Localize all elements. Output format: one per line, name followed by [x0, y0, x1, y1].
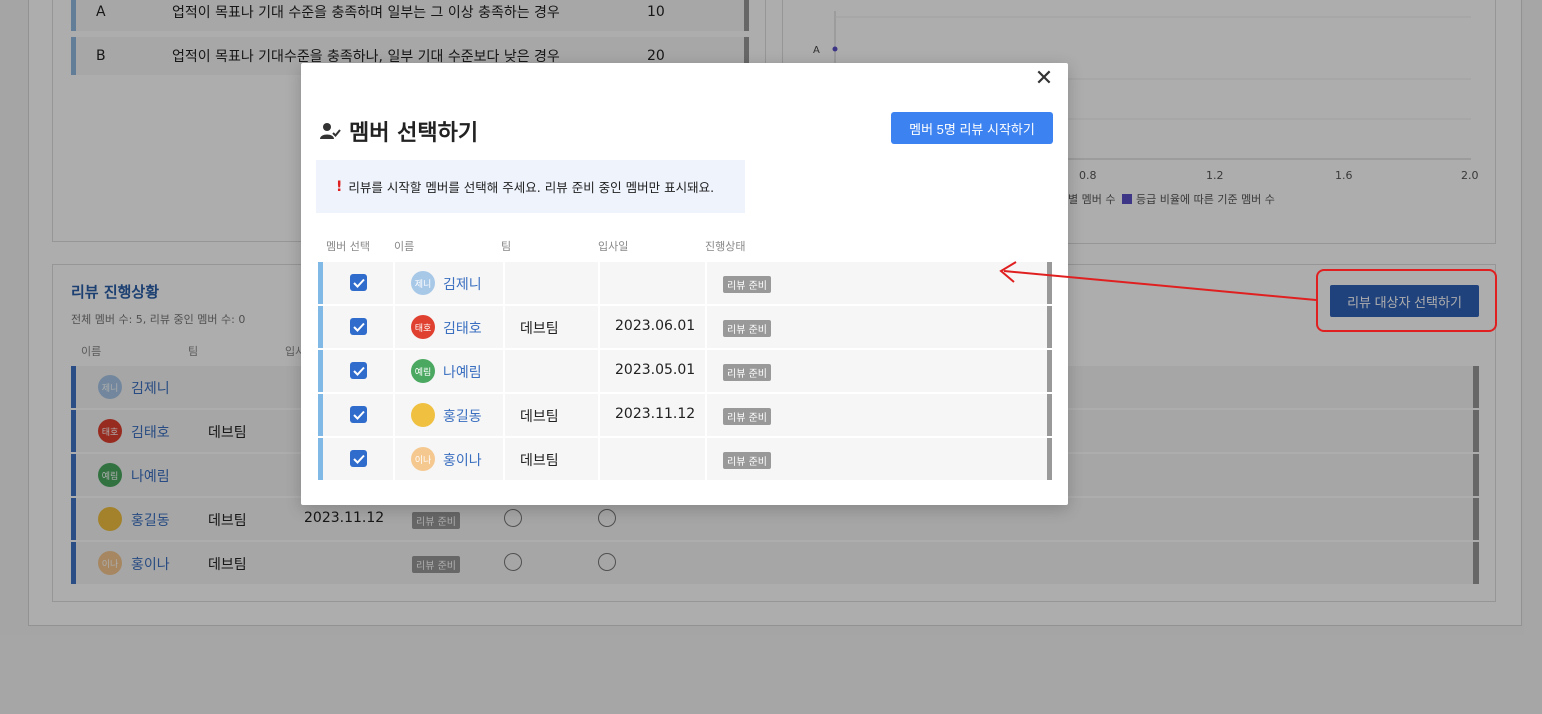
member-checkbox[interactable] [350, 362, 367, 379]
status-badge: 리뷰 준비 [723, 320, 771, 337]
header-status: 진행상태 [705, 240, 746, 253]
member-select-modal: ✕ 멤버 선택하기 멤버 5명 리뷰 시작하기 ! 리뷰를 시작할 멤버를 선택… [301, 63, 1068, 505]
header-team: 팀 [501, 240, 512, 253]
modal-title: 멤버 선택하기 [349, 121, 479, 146]
member-name-link[interactable]: 김제니 [443, 274, 482, 294]
table-row[interactable]: 태호 김태호 데브팀 2023.06.01 리뷰 준비 [318, 306, 1052, 348]
scrollbar[interactable] [1047, 306, 1052, 348]
scrollbar[interactable] [1047, 438, 1052, 480]
scrollbar[interactable] [1047, 262, 1052, 304]
close-icon[interactable]: ✕ [1034, 68, 1054, 90]
avatar [411, 403, 435, 427]
member-checkbox[interactable] [350, 318, 367, 335]
modal-header: 멤버 선택하기 [319, 115, 478, 147]
avatar: 제니 [411, 271, 435, 295]
header-date: 입사일 [598, 240, 629, 253]
status-badge: 리뷰 준비 [723, 408, 771, 425]
avatar: 이나 [411, 447, 435, 471]
member-checkbox[interactable] [350, 406, 367, 423]
avatar: 태호 [411, 315, 435, 339]
team-cell: 데브팀 [520, 321, 559, 337]
status-badge: 리뷰 준비 [723, 276, 771, 293]
user-check-icon [320, 123, 341, 139]
scrollbar[interactable] [1047, 350, 1052, 392]
member-name-link[interactable]: 홍이나 [443, 450, 482, 470]
alert-icon: ! [336, 178, 343, 195]
table-row[interactable]: 이나 홍이나 데브팀 리뷰 준비 [318, 438, 1052, 480]
member-name-link[interactable]: 김태호 [443, 318, 482, 338]
team-cell: 데브팀 [520, 453, 559, 469]
header-name: 이름 [394, 240, 415, 253]
date-cell: 2023.05.01 [615, 362, 696, 378]
member-name-link[interactable]: 나예림 [443, 362, 482, 382]
annotation-highlight-box [1316, 269, 1497, 332]
team-cell: 데브팀 [520, 409, 559, 425]
status-badge: 리뷰 준비 [723, 364, 771, 381]
header-select: 멤버 선택 [326, 240, 370, 253]
status-badge: 리뷰 준비 [723, 452, 771, 469]
table-row[interactable]: 홍길동 데브팀 2023.11.12 리뷰 준비 [318, 394, 1052, 436]
member-name-link[interactable]: 홍길동 [443, 406, 482, 426]
notice-text: 리뷰를 시작할 멤버를 선택해 주세요. 리뷰 준비 중인 멤버만 표시돼요. [348, 180, 715, 195]
date-cell: 2023.06.01 [615, 318, 696, 334]
member-checkbox[interactable] [350, 274, 367, 291]
scrollbar[interactable] [1047, 394, 1052, 436]
date-cell: 2023.11.12 [615, 406, 696, 422]
table-row[interactable]: 예림 나예림 2023.05.01 리뷰 준비 [318, 350, 1052, 392]
table-row[interactable]: 제니 김제니 리뷰 준비 [318, 262, 1052, 304]
start-review-button[interactable]: 멤버 5명 리뷰 시작하기 [891, 112, 1053, 144]
avatar: 예림 [411, 359, 435, 383]
member-checkbox[interactable] [350, 450, 367, 467]
notice-box: ! 리뷰를 시작할 멤버를 선택해 주세요. 리뷰 준비 중인 멤버만 표시돼요… [316, 160, 745, 213]
